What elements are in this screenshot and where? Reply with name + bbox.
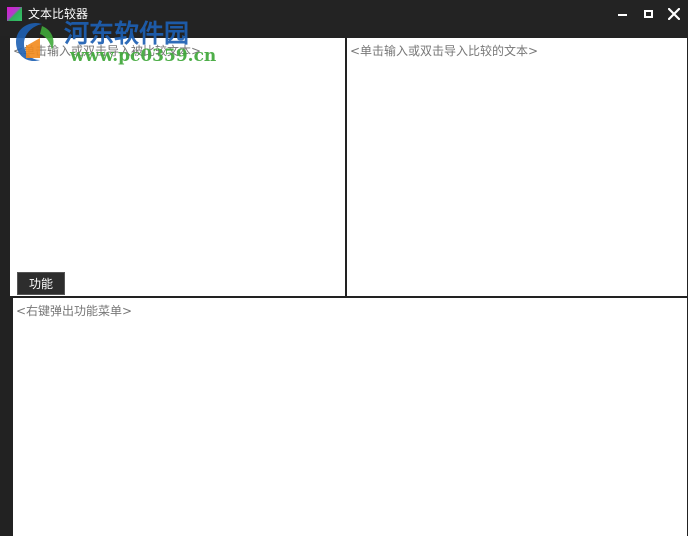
result-placeholder: <右键弹出功能菜单> bbox=[16, 304, 133, 318]
app-icon bbox=[7, 7, 22, 21]
source-text-placeholder: <单击输入或双击导入被比较文本> bbox=[13, 44, 202, 58]
maximize-button[interactable] bbox=[638, 5, 658, 23]
compare-text-pane[interactable]: <单击输入或双击导入比较的文本> bbox=[347, 38, 687, 296]
minimize-button[interactable] bbox=[612, 5, 632, 23]
compare-text-placeholder: <单击输入或双击导入比较的文本> bbox=[350, 44, 539, 58]
title-bar[interactable]: 文本比较器 bbox=[0, 0, 688, 36]
window-title: 文本比较器 bbox=[28, 7, 89, 21]
close-button[interactable] bbox=[664, 5, 684, 23]
maximize-icon bbox=[643, 10, 653, 18]
close-icon bbox=[668, 8, 680, 20]
function-button[interactable]: 功能 bbox=[17, 272, 65, 295]
source-text-pane[interactable]: <单击输入或双击导入被比较文本> bbox=[10, 38, 345, 296]
result-pane[interactable]: <右键弹出功能菜单> bbox=[13, 298, 687, 536]
minimize-icon bbox=[617, 14, 627, 16]
